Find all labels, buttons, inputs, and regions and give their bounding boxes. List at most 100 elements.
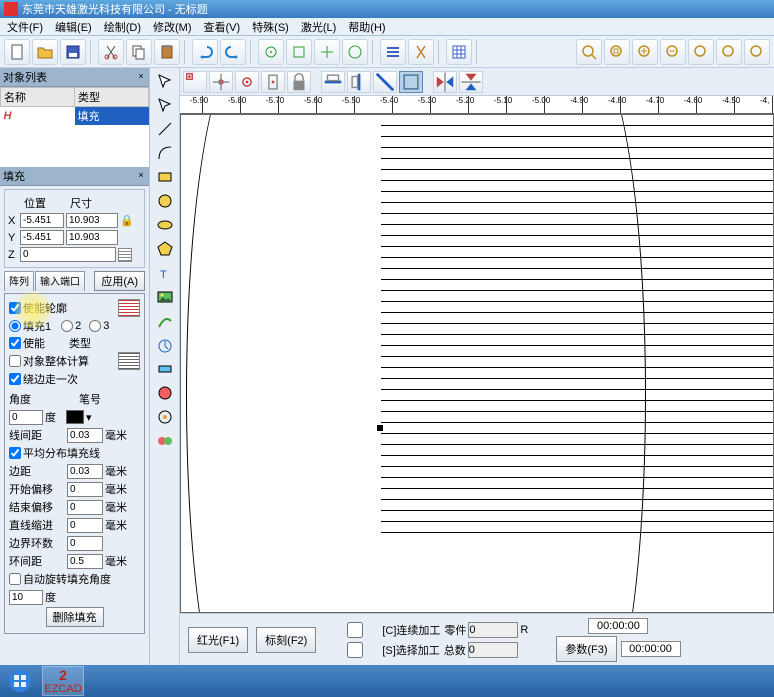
align6-icon[interactable] [347, 71, 371, 93]
table-icon[interactable] [446, 39, 472, 65]
align3-icon[interactable] [235, 71, 259, 93]
tab-io[interactable]: 输入端口 [35, 271, 85, 291]
autorot-field[interactable] [9, 590, 43, 605]
whole-check[interactable] [9, 355, 21, 367]
scissors-icon[interactable] [408, 39, 434, 65]
ringgap-field[interactable] [67, 554, 103, 569]
pattern-icon[interactable] [118, 299, 140, 317]
endoff-field[interactable] [67, 500, 103, 515]
vector-icon[interactable] [154, 310, 176, 332]
zoom-all-icon[interactable] [604, 39, 630, 65]
enable-check[interactable] [9, 337, 21, 349]
total-field[interactable] [468, 642, 518, 658]
pen-dropdown-icon[interactable]: ▾ [86, 411, 92, 424]
linegap-field[interactable] [67, 428, 103, 443]
col-type[interactable]: 类型 [75, 88, 149, 107]
hatch-h-icon[interactable] [380, 39, 406, 65]
timer-icon[interactable] [154, 334, 176, 356]
menu-help[interactable]: 帮助(H) [345, 18, 388, 36]
canvas[interactable] [180, 114, 774, 613]
line-icon[interactable] [154, 118, 176, 140]
taskbar-app[interactable]: 2EZCAD [42, 666, 84, 696]
cut-icon[interactable] [98, 39, 124, 65]
mark-button[interactable]: 标刻(F2) [256, 627, 316, 653]
indent-field[interactable] [67, 518, 103, 533]
polygon-icon[interactable] [154, 238, 176, 260]
align2-icon[interactable] [209, 71, 233, 93]
zoom-in-icon[interactable] [632, 39, 658, 65]
lock-icon[interactable]: 🔒 [120, 214, 134, 227]
pen-color[interactable] [66, 410, 84, 424]
align7-icon[interactable] [373, 71, 397, 93]
menu-special[interactable]: 特殊(S) [249, 18, 292, 36]
snap4-icon[interactable] [342, 39, 368, 65]
zoom-win-icon[interactable] [716, 39, 742, 65]
circle-icon[interactable] [154, 190, 176, 212]
angle-field[interactable] [9, 410, 43, 425]
snap3-icon[interactable] [314, 39, 340, 65]
fill2-radio[interactable] [61, 320, 73, 332]
x-field[interactable] [20, 213, 64, 228]
margin-field[interactable] [67, 464, 103, 479]
start-button[interactable] [0, 665, 40, 697]
input-icon[interactable] [154, 358, 176, 380]
delete-fill-button[interactable]: 删除填充 [46, 607, 104, 627]
mirror-v-icon[interactable] [459, 71, 483, 93]
align5-icon[interactable] [321, 71, 345, 93]
fill1-radio[interactable] [9, 320, 21, 332]
startoff-field[interactable] [67, 482, 103, 497]
grid-icon[interactable] [118, 248, 132, 262]
zoom-prev-icon[interactable] [744, 39, 770, 65]
encoder-icon[interactable] [154, 406, 176, 428]
mirror-h-icon[interactable] [433, 71, 457, 93]
apply-button[interactable]: 应用(A) [94, 271, 145, 291]
zoom-fit-icon[interactable] [576, 39, 602, 65]
menu-laser[interactable]: 激光(L) [298, 18, 339, 36]
extend2-icon[interactable] [154, 430, 176, 452]
redo-icon[interactable] [220, 39, 246, 65]
menu-file[interactable]: 文件(F) [4, 18, 46, 36]
handle[interactable] [377, 425, 383, 431]
open-icon[interactable] [32, 39, 58, 65]
xw-field[interactable] [66, 213, 118, 228]
zoom-out-icon[interactable] [660, 39, 686, 65]
avg-check[interactable] [9, 447, 21, 459]
type-pattern-icon[interactable] [118, 352, 140, 370]
ellipse-icon[interactable] [154, 214, 176, 236]
align8-icon[interactable] [399, 71, 423, 93]
yh-field[interactable] [66, 230, 118, 245]
menu-modify[interactable]: 修改(M) [150, 18, 195, 36]
paste-icon[interactable] [154, 39, 180, 65]
object-list[interactable]: 名称类型 H填充 [0, 87, 149, 167]
close-icon[interactable]: × [136, 171, 146, 181]
extend-icon[interactable] [154, 382, 176, 404]
align4-icon[interactable] [261, 71, 285, 93]
autorot-check[interactable] [9, 573, 21, 585]
lock-icon[interactable] [287, 71, 311, 93]
cont-check[interactable] [330, 622, 380, 638]
col-name[interactable]: 名称 [1, 88, 75, 107]
menu-view[interactable]: 查看(V) [201, 18, 244, 36]
sel-check[interactable] [330, 642, 380, 658]
rings-field[interactable] [67, 536, 103, 551]
zoom-sel-icon[interactable] [688, 39, 714, 65]
parts-field[interactable] [468, 622, 518, 638]
enable-contour-check[interactable] [9, 302, 21, 314]
fill3-radio[interactable] [89, 320, 101, 332]
param-button[interactable]: 参数(F3) [556, 636, 616, 662]
red-button[interactable]: 红光(F1) [188, 627, 248, 653]
menu-draw[interactable]: 绘制(D) [101, 18, 144, 36]
tab-array[interactable]: 阵列 [4, 271, 34, 291]
copy-icon[interactable] [126, 39, 152, 65]
menu-edit[interactable]: 编辑(E) [52, 18, 95, 36]
snap2-icon[interactable] [286, 39, 312, 65]
edge-check[interactable] [9, 373, 21, 385]
align1-icon[interactable] [183, 71, 207, 93]
node-icon[interactable] [154, 94, 176, 116]
rect-icon[interactable] [154, 166, 176, 188]
image-icon[interactable] [154, 286, 176, 308]
new-icon[interactable] [4, 39, 30, 65]
save-icon[interactable] [60, 39, 86, 65]
undo-icon[interactable] [192, 39, 218, 65]
z-field[interactable] [20, 247, 116, 262]
